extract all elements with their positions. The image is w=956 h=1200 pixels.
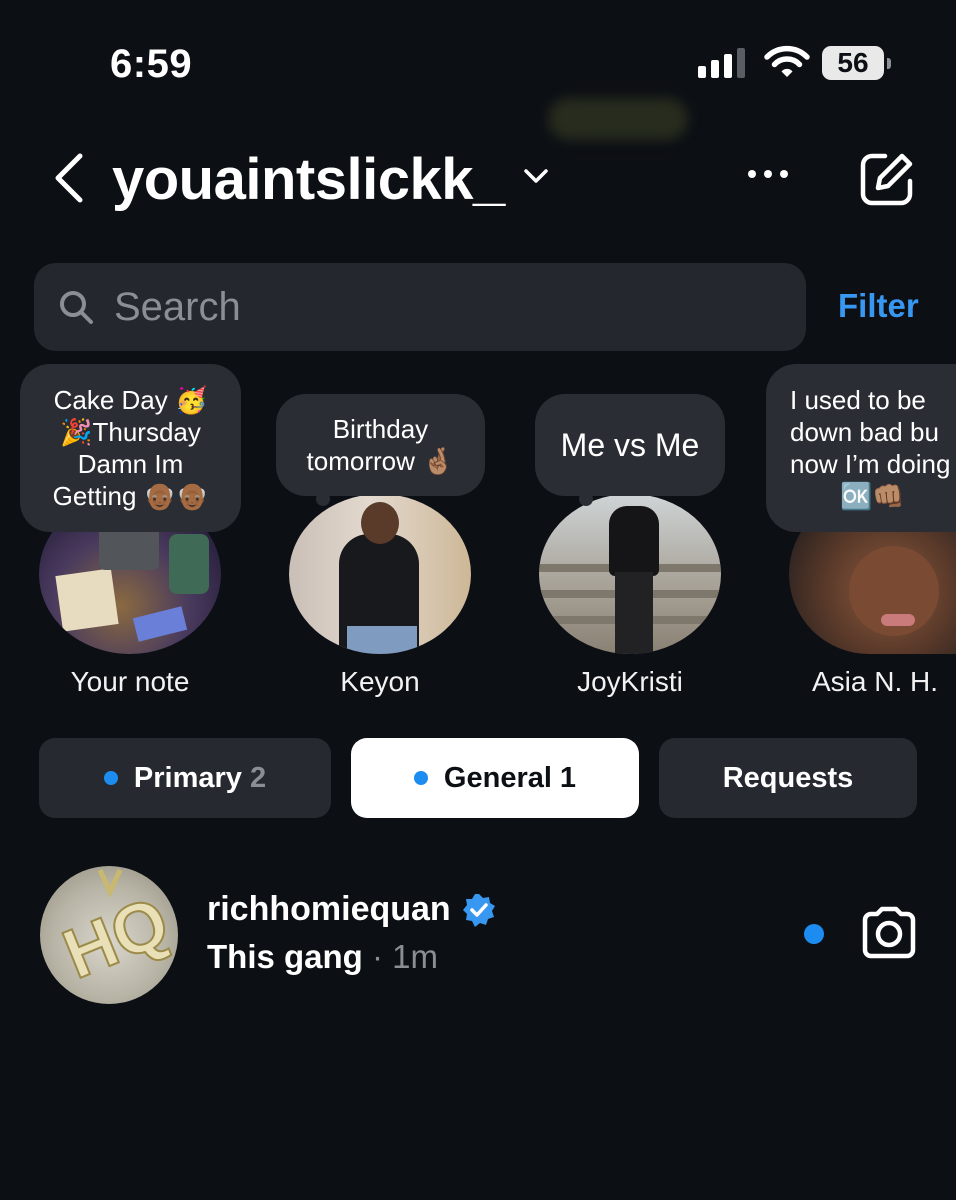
filter-button[interactable]: Filter: [838, 287, 919, 325]
camera-button[interactable]: [860, 906, 918, 965]
battery-level: 56: [822, 46, 884, 80]
note-text: Damn Im: [77, 449, 184, 479]
search-input[interactable]: [114, 284, 754, 330]
note-bubble-keyon[interactable]: Birthday tomorrow 🤞🏽: [276, 394, 485, 506]
note-name: JoyKristi: [577, 666, 683, 697]
note-text: Cake Day 🥳: [53, 385, 208, 415]
tab-count: 2: [249, 761, 267, 794]
note-avatar-joykristi[interactable]: [539, 494, 721, 654]
note-bubble-joykristi[interactable]: Me vs Me: [535, 394, 725, 506]
note-name: Your note: [70, 666, 190, 697]
blurred-region: [548, 98, 688, 140]
unread-dot: [413, 771, 428, 785]
camera-icon: [862, 906, 916, 959]
chevron-down-icon[interactable]: [522, 166, 550, 191]
tab-primary[interactable]: Primary 2: [39, 738, 331, 818]
thread-row[interactable]: richhomiequan: [207, 890, 497, 929]
thread-preview: This gang · 1m: [207, 938, 438, 976]
battery-icon: 56: [822, 46, 891, 80]
tab-label: Requests: [722, 761, 854, 794]
note-text: tomorrow 🤞🏽: [306, 446, 455, 476]
note-name: Keyon: [340, 666, 420, 697]
note-name: Asia N. H.: [812, 666, 939, 697]
compose-icon: [860, 153, 913, 206]
tab-requests[interactable]: Requests: [659, 738, 917, 818]
note-text: Getting 👴🏾👴🏾: [52, 481, 209, 511]
svg-text:HQ: HQ: [53, 882, 178, 994]
thread-time: · 1m: [372, 938, 439, 975]
tab-count: 1: [559, 761, 577, 794]
wifi-icon: [764, 44, 810, 85]
status-time: 6:59: [110, 42, 193, 86]
note-text: 🆗👊🏽: [840, 481, 905, 511]
more-icon: [748, 170, 756, 178]
tab-label: General: [443, 761, 552, 794]
note-text: I used to be: [790, 385, 926, 415]
note-text: Birthday: [332, 414, 429, 444]
thread-message: This gang: [207, 938, 363, 975]
note-text: now I’m doing: [790, 449, 951, 479]
note-text: 🎉Thursday: [60, 417, 201, 447]
note-text: Me vs Me: [560, 427, 700, 463]
unread-dot: [103, 771, 118, 785]
search-bar[interactable]: [34, 263, 806, 351]
more-options-button[interactable]: [748, 170, 788, 178]
note-bubble-your-note[interactable]: Cake Day 🥳 🎉Thursday Damn Im Getting 👴🏾👴…: [20, 364, 241, 532]
signal-icon: [698, 48, 745, 78]
unread-dot: [804, 924, 824, 944]
back-button[interactable]: [50, 150, 90, 206]
tab-label: Primary: [133, 761, 242, 794]
search-icon: [60, 291, 93, 324]
chevron-left-icon: [55, 153, 83, 203]
compose-button[interactable]: [858, 150, 916, 213]
account-username[interactable]: youaintslickk_: [112, 146, 505, 213]
thread-username: richhomiequan: [207, 890, 451, 928]
verified-badge-icon: [462, 893, 495, 927]
note-avatar-keyon[interactable]: [289, 494, 471, 654]
note-text: down bad bu: [790, 417, 939, 447]
tab-general[interactable]: General 1: [351, 738, 639, 818]
thread-avatar[interactable]: HQ: [40, 866, 178, 1004]
note-bubble-asia[interactable]: I used to be down bad bu now I’m doing 🆗…: [766, 364, 956, 532]
